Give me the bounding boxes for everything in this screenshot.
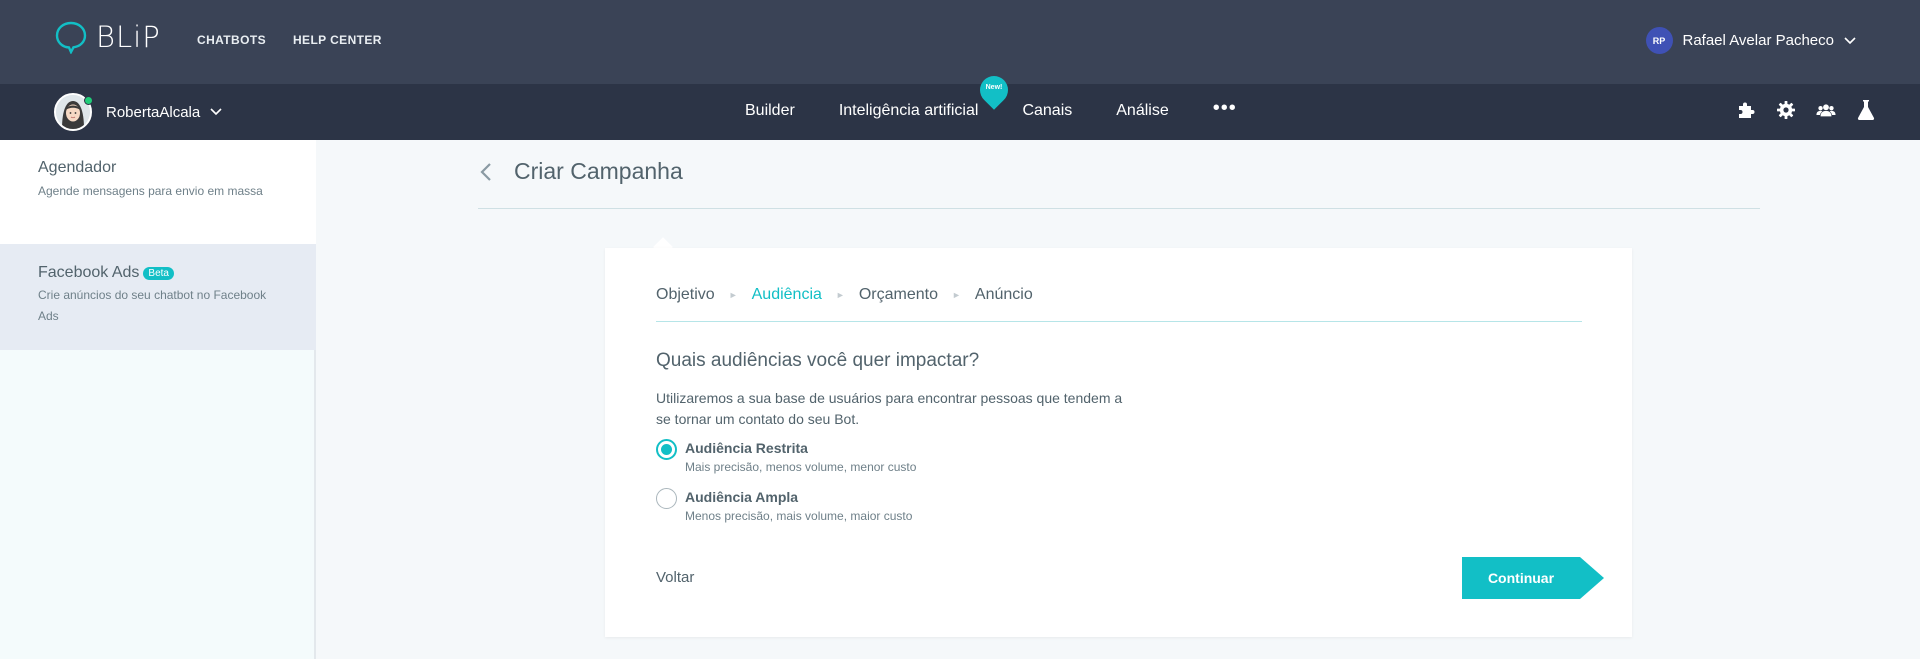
brand-name: BLiP bbox=[96, 20, 161, 54]
continue-label: Continuar bbox=[1487, 570, 1555, 586]
new-badge-label: New! bbox=[985, 84, 1003, 91]
help-center-link[interactable]: HELP CENTER bbox=[293, 33, 382, 47]
step-separator-icon: ► bbox=[951, 290, 961, 300]
option-text: Audiência Restrita Mais precisão, menos … bbox=[685, 439, 916, 474]
chat-bubble-icon bbox=[55, 21, 87, 54]
question-heading: Quais audiências você quer impactar? bbox=[656, 350, 980, 371]
sidebar-item-title: Agendador bbox=[38, 159, 117, 176]
bot-selector[interactable]: RobertaAlcala bbox=[54, 93, 222, 131]
user-menu[interactable]: RP Rafael Avelar Pacheco bbox=[1645, 27, 1857, 54]
steps-divider bbox=[656, 321, 1582, 322]
sidebar-item-title-row: Facebook Ads Beta bbox=[38, 244, 316, 282]
beta-badge: Beta bbox=[143, 267, 174, 280]
top-bar: BLiP CHATBOTS HELP CENTER RP Rafael Avel… bbox=[0, 0, 1920, 84]
audience-option-ampla[interactable]: Audiência Ampla Menos precisão, mais vol… bbox=[656, 488, 912, 523]
sidebar-item-desc: Crie anúncios do seu chatbot no Facebook… bbox=[38, 288, 267, 323]
brand-logo[interactable]: BLiP bbox=[54, 20, 161, 54]
sidebar: Agendador Agende mensagens para envio em… bbox=[0, 140, 316, 659]
step-anuncio[interactable]: Anúncio bbox=[975, 286, 1033, 304]
sidebar-item-title: Facebook Ads bbox=[38, 264, 140, 281]
option-title: Audiência Restrita bbox=[685, 440, 808, 456]
intro-text: Utilizaremos a sua base de usuários para… bbox=[656, 390, 1123, 427]
campaign-wizard-card: Objetivo ► Audiência ► Orçamento ► Anúnc… bbox=[605, 248, 1632, 637]
step-objetivo[interactable]: Objetivo bbox=[656, 286, 715, 304]
option-text: Audiência Ampla Menos precisão, mais vol… bbox=[685, 488, 912, 523]
sidebar-item-agendador[interactable]: Agendador Agende mensagens para envio em… bbox=[0, 140, 316, 244]
chevron-down-icon bbox=[1844, 36, 1856, 44]
continue-button[interactable]: Continuar bbox=[1462, 557, 1604, 599]
puzzle-icon[interactable] bbox=[1736, 99, 1756, 121]
chevron-down-icon bbox=[210, 108, 222, 116]
step-separator-icon: ► bbox=[728, 290, 738, 300]
team-icon[interactable] bbox=[1816, 99, 1836, 121]
chatbots-link[interactable]: CHATBOTS bbox=[197, 33, 266, 47]
radio-button-checked[interactable] bbox=[656, 439, 677, 460]
audience-option-restrita[interactable]: Audiência Restrita Mais precisão, menos … bbox=[656, 439, 916, 474]
option-desc: Menos precisão, mais volume, maior custo bbox=[685, 509, 913, 523]
step-separator-icon: ► bbox=[835, 290, 845, 300]
nav-icons bbox=[1736, 99, 1876, 121]
top-links: CHATBOTS HELP CENTER bbox=[197, 33, 382, 47]
nav-builder[interactable]: Builder bbox=[745, 102, 795, 120]
more-menu-button[interactable]: ••• bbox=[1213, 97, 1237, 120]
nav-analise[interactable]: Análise bbox=[1116, 102, 1168, 120]
gear-icon[interactable] bbox=[1776, 99, 1796, 121]
user-avatar: RP bbox=[1645, 27, 1673, 54]
nav-bar: RobertaAlcala New! Builder Inteligência … bbox=[0, 70, 1920, 140]
back-button[interactable]: Voltar bbox=[656, 569, 694, 586]
radio-button[interactable] bbox=[656, 488, 677, 509]
bot-name: RobertaAlcala bbox=[106, 103, 201, 121]
step-audiencia[interactable]: Audiência bbox=[752, 286, 822, 304]
sidebar-item-desc: Agende mensagens para envio em massa bbox=[38, 184, 263, 198]
option-desc: Mais precisão, menos volume, menor custo bbox=[685, 460, 917, 474]
page-title: Criar Campanha bbox=[514, 158, 683, 184]
step-orcamento[interactable]: Orçamento bbox=[859, 286, 938, 304]
user-name: Rafael Avelar Pacheco bbox=[1682, 32, 1835, 49]
wizard-steps: Objetivo ► Audiência ► Orçamento ► Anúnc… bbox=[656, 286, 1033, 304]
nav-inteligencia-artificial[interactable]: Inteligência artificial bbox=[839, 102, 979, 120]
back-arrow-icon[interactable] bbox=[477, 160, 497, 184]
online-status-dot bbox=[84, 96, 93, 105]
sidebar-item-facebook-ads[interactable]: Facebook Ads Beta Crie anúncios do seu ch… bbox=[0, 244, 316, 350]
main-nav: Builder Inteligência artificial Canais A… bbox=[745, 97, 1237, 120]
divider bbox=[478, 208, 1760, 209]
nav-canais[interactable]: Canais bbox=[1022, 102, 1072, 120]
flask-icon[interactable] bbox=[1856, 99, 1876, 121]
option-title: Audiência Ampla bbox=[685, 489, 799, 505]
